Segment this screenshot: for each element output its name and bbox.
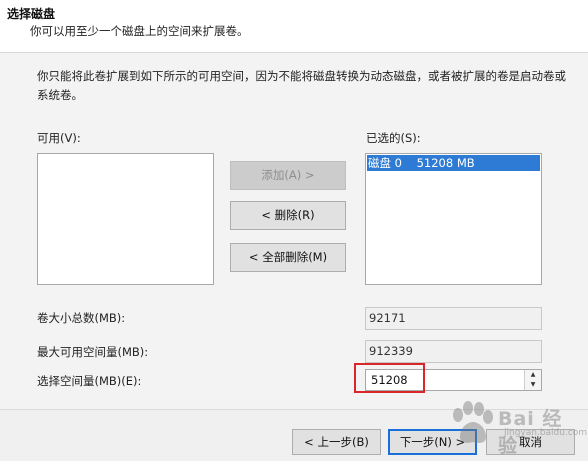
extend-volume-wizard: 选择磁盘 你可以用至少一个磁盘上的空间来扩展卷。 你只能将此卷扩展到如下所示的可… bbox=[0, 0, 588, 461]
remove-button[interactable]: < 删除(R) bbox=[230, 201, 346, 230]
selected-label: 已选的(S): bbox=[366, 131, 421, 145]
wizard-body: 你只能将此卷扩展到如下所示的可用空间，因为不能将磁盘转换为动态磁盘，或者被扩展的… bbox=[0, 53, 588, 409]
description-text: 你只能将此卷扩展到如下所示的可用空间，因为不能将磁盘转换为动态磁盘，或者被扩展的… bbox=[37, 69, 566, 102]
remove-all-button[interactable]: < 全部删除(M) bbox=[230, 243, 346, 272]
wizard-footer: < 上一步(B) 下一步(N) > 取消 bbox=[0, 409, 588, 461]
add-button[interactable]: 添加(A) > bbox=[230, 161, 346, 190]
next-button[interactable]: 下一步(N) > bbox=[388, 429, 477, 455]
cancel-button[interactable]: 取消 bbox=[486, 429, 575, 455]
back-button[interactable]: < 上一步(B) bbox=[292, 429, 381, 455]
selected-disks-list[interactable]: 磁盘 0 51208 MB bbox=[365, 153, 542, 285]
annotation-highlight-box bbox=[354, 363, 425, 393]
spin-buttons: ▲ ▼ bbox=[524, 370, 541, 390]
select-space-label: 选择空间量(MB)(E): bbox=[37, 374, 142, 388]
page-title: 选择磁盘 bbox=[7, 7, 56, 21]
page-subtitle: 你可以用至少一个磁盘上的空间来扩展卷。 bbox=[30, 24, 249, 38]
spin-up-icon[interactable]: ▲ bbox=[525, 370, 541, 380]
max-space-label: 最大可用空间量(MB): bbox=[37, 345, 149, 359]
available-label: 可用(V): bbox=[37, 131, 81, 145]
list-item[interactable]: 磁盘 0 51208 MB bbox=[367, 155, 540, 171]
total-size-value: 92171 bbox=[365, 307, 542, 330]
available-disks-list[interactable] bbox=[37, 153, 214, 285]
wizard-header: 选择磁盘 你可以用至少一个磁盘上的空间来扩展卷。 bbox=[0, 0, 588, 53]
total-size-label: 卷大小总数(MB): bbox=[37, 311, 126, 325]
max-space-value: 912339 bbox=[365, 340, 542, 363]
spin-down-icon[interactable]: ▼ bbox=[525, 380, 541, 390]
